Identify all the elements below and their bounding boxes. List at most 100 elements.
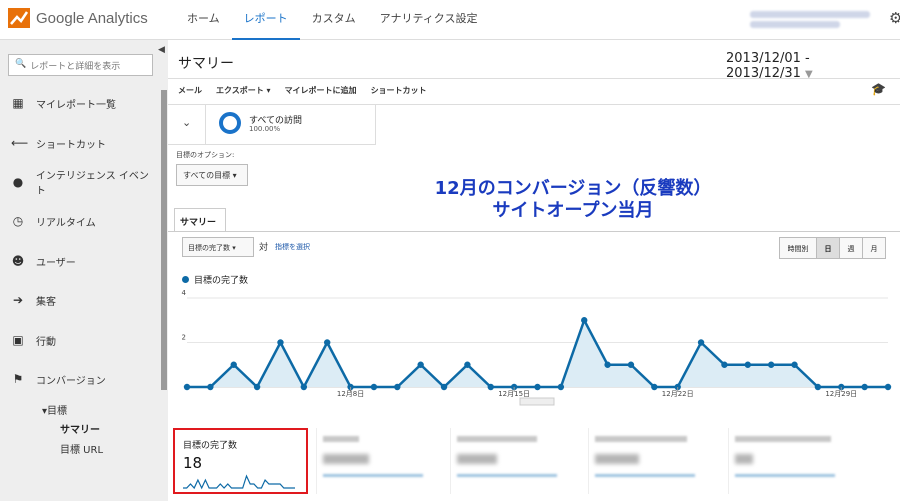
sidebar-scrollbar[interactable] — [161, 90, 167, 390]
data-point[interactable] — [884, 383, 892, 391]
google-analytics-logo[interactable]: Google Analytics — [8, 8, 148, 28]
data-point[interactable] — [253, 383, 261, 391]
granularity-week[interactable]: 週 — [839, 237, 863, 259]
data-point[interactable] — [300, 383, 308, 391]
grid-icon: ▦ — [12, 96, 24, 110]
scorecard-goal-completions[interactable]: 目標の完了数 18 — [173, 428, 308, 494]
account-selector[interactable] — [750, 8, 880, 32]
graduation-cap-icon[interactable]: 🎓 — [871, 82, 886, 96]
segment-percent: 100.00% — [249, 125, 281, 133]
data-point[interactable] — [183, 383, 191, 391]
date-range-picker[interactable]: 2013/12/01 - 2013/12/31 ▼ — [726, 51, 900, 81]
data-point[interactable] — [207, 383, 214, 391]
data-point[interactable] — [230, 361, 237, 368]
sidebar-item-label: ユーザー — [36, 257, 76, 269]
divider — [168, 78, 900, 79]
legend-dot — [182, 276, 189, 283]
add-to-dashboard-button[interactable]: マイレポートに追加 — [285, 85, 357, 96]
sidebar-sub-goals[interactable]: ▾目標 — [42, 402, 67, 417]
sidebar-item-label: コンバージョン — [36, 375, 106, 387]
sidebar-item-realtime[interactable]: ◷ リアルタイム — [0, 206, 158, 236]
scorecard-value: 18 — [183, 454, 203, 472]
data-point[interactable] — [861, 383, 868, 391]
sidebar-sub-goal-url[interactable]: 目標 URL — [60, 441, 103, 456]
divider — [168, 231, 900, 232]
data-point[interactable] — [721, 361, 728, 368]
scorecard-label: 目標の完了数 — [183, 441, 238, 451]
legend-label: 目標の完了数 — [194, 276, 249, 286]
shortcut-arrow-icon: ⟵ — [11, 136, 29, 150]
data-point[interactable] — [417, 361, 424, 368]
behavior-box-icon: ▣ — [12, 333, 24, 347]
granularity-month[interactable]: 月 — [862, 237, 886, 259]
metric-select[interactable]: 目標の完了数 ▾ — [182, 237, 254, 257]
sidebar-item-conversions[interactable]: ⚑ コンバージョン — [0, 364, 158, 394]
lightbulb-icon: ● — [12, 175, 24, 189]
annotation-overlay: 12月のコンバージョン（反響数） サイトオープン当月 — [373, 178, 773, 222]
data-point[interactable] — [464, 361, 471, 368]
scorecard-redacted[interactable] — [588, 428, 713, 494]
sidebar-item-behavior[interactable]: ▣ 行動 — [0, 325, 158, 355]
data-point[interactable] — [394, 383, 401, 391]
sidebar-item-label: マイレポート一覧 — [36, 99, 116, 111]
sidebar-item-label: 集客 — [36, 296, 56, 308]
gear-icon[interactable]: ⚙ — [889, 9, 900, 27]
data-point[interactable] — [534, 383, 541, 391]
y-tick-label: 2 — [182, 334, 186, 342]
metric-select-value: 目標の完了数 — [188, 244, 230, 252]
data-point[interactable] — [697, 339, 705, 346]
data-point[interactable] — [370, 383, 378, 391]
scorecard-redacted[interactable] — [316, 428, 441, 494]
clock-icon: ◷ — [12, 214, 24, 228]
goal-option-select[interactable]: すべての目標 ▾ — [176, 164, 248, 186]
y-tick-label: 4 — [182, 290, 187, 297]
data-point[interactable] — [627, 361, 635, 368]
data-point[interactable] — [557, 383, 565, 391]
users-icon: ☻ — [11, 254, 25, 268]
collapse-sidebar-icon[interactable]: ◀ — [158, 45, 165, 55]
data-point[interactable] — [581, 317, 588, 324]
data-point[interactable] — [324, 339, 331, 346]
nav-reports[interactable]: レポート — [231, 0, 300, 40]
flag-icon: ⚑ — [12, 372, 24, 386]
data-point[interactable] — [604, 361, 611, 368]
report-toolbar: メール エクスポート ▾ マイレポートに追加 ショートカット — [178, 85, 427, 96]
data-point[interactable] — [651, 383, 658, 391]
scorecard-redacted[interactable] — [728, 428, 853, 494]
sidebar-item-shortcuts[interactable]: ⟵ ショートカット — [0, 128, 158, 158]
sparkline-path — [183, 474, 295, 490]
chart-resize-handle[interactable] — [519, 397, 555, 406]
series-area — [187, 320, 888, 387]
sidebar-item-audience[interactable]: ☻ ユーザー — [0, 246, 158, 276]
nav-custom[interactable]: カスタム — [300, 0, 368, 40]
search-icon: 🔍 — [15, 59, 27, 69]
chevron-down-icon[interactable]: ⌄ — [182, 116, 191, 129]
data-point[interactable] — [744, 361, 751, 368]
search-placeholder: レポートと詳細を表示 — [30, 62, 121, 72]
select-metric-link[interactable]: 指標を選択 — [275, 242, 310, 252]
tab-summary[interactable]: サマリー — [174, 208, 226, 232]
data-point[interactable] — [814, 383, 822, 391]
export-button[interactable]: エクスポート ▾ — [216, 85, 271, 96]
granularity-hourly[interactable]: 時間別 — [779, 237, 817, 259]
scorecard-redacted[interactable] — [450, 428, 575, 494]
versus-label: 対 — [259, 243, 269, 253]
nav-home[interactable]: ホーム — [175, 0, 232, 40]
sidebar-item-acquisition[interactable]: ➔ 集客 — [0, 285, 158, 315]
segment-panel: ⌄ すべての訪問 100.00% — [168, 105, 376, 145]
granularity-day[interactable]: 日 — [816, 237, 840, 259]
sidebar-item-label: ショートカット — [36, 139, 106, 151]
shortcut-button[interactable]: ショートカット — [371, 85, 427, 96]
email-button[interactable]: メール — [178, 85, 202, 96]
data-point[interactable] — [487, 383, 494, 391]
sidebar-sub-summary[interactable]: サマリー — [60, 421, 100, 436]
data-point[interactable] — [791, 361, 798, 368]
data-point[interactable] — [440, 383, 448, 391]
sidebar-item-dashboards[interactable]: ▦ マイレポート一覧 — [0, 88, 158, 118]
nav-admin[interactable]: アナリティクス設定 — [368, 0, 490, 40]
goal-option-label: 目標のオプション: — [176, 151, 235, 159]
data-point[interactable] — [767, 361, 775, 368]
sidebar-item-intelligence[interactable]: ● インテリジェンス イベント — [0, 167, 158, 197]
data-point[interactable] — [277, 339, 284, 346]
search-input[interactable]: 🔍 レポートと詳細を表示 — [8, 54, 153, 76]
